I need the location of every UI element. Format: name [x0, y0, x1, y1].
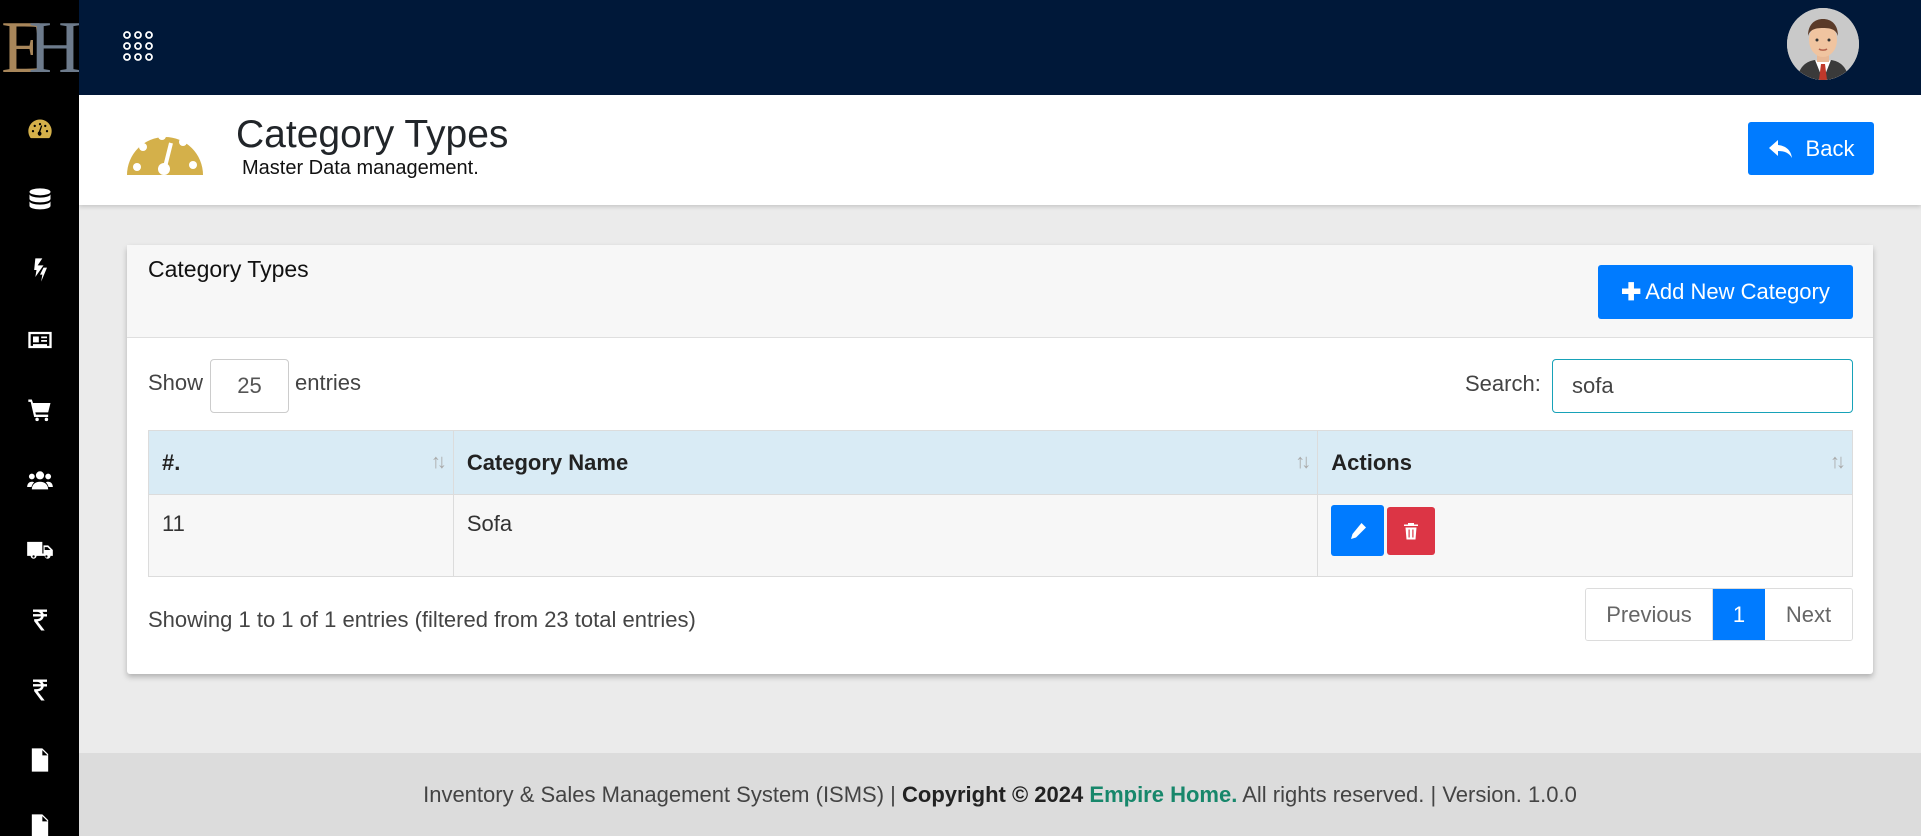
sidebar-item-cart[interactable] [0, 390, 79, 430]
dashboard-icon [27, 119, 52, 139]
footer-brand-link[interactable]: Empire Home. [1089, 782, 1237, 808]
footer-copyright: Copyright © 2024 [902, 781, 1084, 807]
back-button-label: Back [1805, 135, 1855, 161]
search-label: Search: [1465, 371, 1541, 396]
category-table: #. ↑↓ Category Name ↑↓ Actions ↑↓ 11 Sof… [148, 430, 1853, 577]
sidebar-item-file-1[interactable] [0, 740, 79, 780]
pagination-next[interactable]: Next [1765, 589, 1852, 640]
pagination-previous[interactable]: Previous [1586, 589, 1713, 640]
sidebar-item-truck[interactable] [0, 530, 79, 570]
logo[interactable]: EH [0, 0, 82, 95]
sort-icon: ↑↓ [1295, 451, 1311, 473]
page-length-select[interactable]: 25 [210, 359, 289, 413]
footer-suffix: All rights reserved. | Version. 1.0.0 [1237, 781, 1577, 807]
column-header-actions[interactable]: Actions ↑↓ [1317, 430, 1853, 495]
rupee-icon [32, 679, 47, 701]
sidebar-item-bolt[interactable] [0, 250, 79, 290]
category-types-card: Category Types ✚ Add New Category Show 2… [127, 245, 1873, 674]
bolt-icon [33, 258, 47, 282]
cell-actions [1317, 494, 1853, 577]
sidebar-item-database[interactable] [0, 180, 79, 220]
sidebar-item-dashboard[interactable] [0, 110, 79, 150]
file-icon [31, 814, 48, 836]
back-button[interactable]: Back [1748, 122, 1874, 175]
dashboard-gauge-icon [126, 117, 204, 177]
column-header-number[interactable]: #. ↑↓ [148, 430, 454, 495]
apps-grid-icon[interactable] [121, 29, 155, 63]
table-header-row: #. ↑↓ Category Name ↑↓ Actions ↑↓ [148, 430, 1853, 495]
id-card-icon [27, 331, 52, 349]
sort-icon: ↑↓ [1830, 451, 1846, 473]
page-title: Category Types [236, 113, 509, 156]
table-row: 11 Sofa [148, 494, 1853, 577]
users-icon [26, 471, 53, 490]
sort-icon: ↑↓ [430, 451, 447, 473]
sidebar-item-file-2[interactable] [0, 806, 79, 836]
sidebar: EH [0, 0, 82, 836]
cart-icon [27, 399, 50, 422]
add-new-category-button[interactable]: ✚ Add New Category [1598, 265, 1853, 319]
cell-category-name: Sofa [452, 494, 1319, 577]
trash-icon [1404, 523, 1419, 540]
show-label: Show [148, 370, 204, 395]
pagination-page-current[interactable]: 1 [1713, 589, 1765, 640]
search-input[interactable] [1552, 359, 1853, 413]
logo-mark: EH [1, 6, 82, 89]
page-subtitle: Master Data management. [242, 157, 479, 179]
footer: Inventory & Sales Management System (ISM… [79, 753, 1921, 836]
card-header: Category Types ✚ Add New Category [127, 245, 1873, 338]
pagination: Previous 1 Next [1585, 588, 1853, 641]
cell-id: 11 [148, 494, 454, 577]
entries-label: entries [295, 370, 362, 395]
sidebar-item-users[interactable] [0, 460, 79, 500]
truck-icon [26, 541, 53, 559]
sidebar-item-id-card[interactable] [0, 320, 79, 360]
database-icon [29, 188, 50, 210]
footer-prefix: Inventory & Sales Management System (ISM… [423, 781, 902, 807]
rupee-icon [32, 609, 47, 631]
file-icon [31, 748, 48, 772]
sidebar-item-rupee-1[interactable] [0, 600, 79, 640]
add-button-label: Add New Category [1645, 279, 1830, 304]
edit-button[interactable] [1331, 505, 1385, 556]
topbar [79, 0, 1921, 95]
page-header: Category Types Master Data management. B… [79, 95, 1921, 205]
delete-button[interactable] [1387, 507, 1436, 555]
reply-arrow-icon [1768, 139, 1792, 158]
user-avatar[interactable] [1787, 8, 1859, 80]
sidebar-item-rupee-2[interactable] [0, 670, 79, 710]
table-info: Showing 1 to 1 of 1 entries (filtered fr… [148, 607, 696, 632]
column-header-category-name[interactable]: Category Name ↑↓ [452, 430, 1319, 495]
plus-icon: ✚ [1621, 278, 1642, 306]
card-title: Category Types [148, 256, 309, 282]
pencil-icon [1350, 522, 1366, 539]
